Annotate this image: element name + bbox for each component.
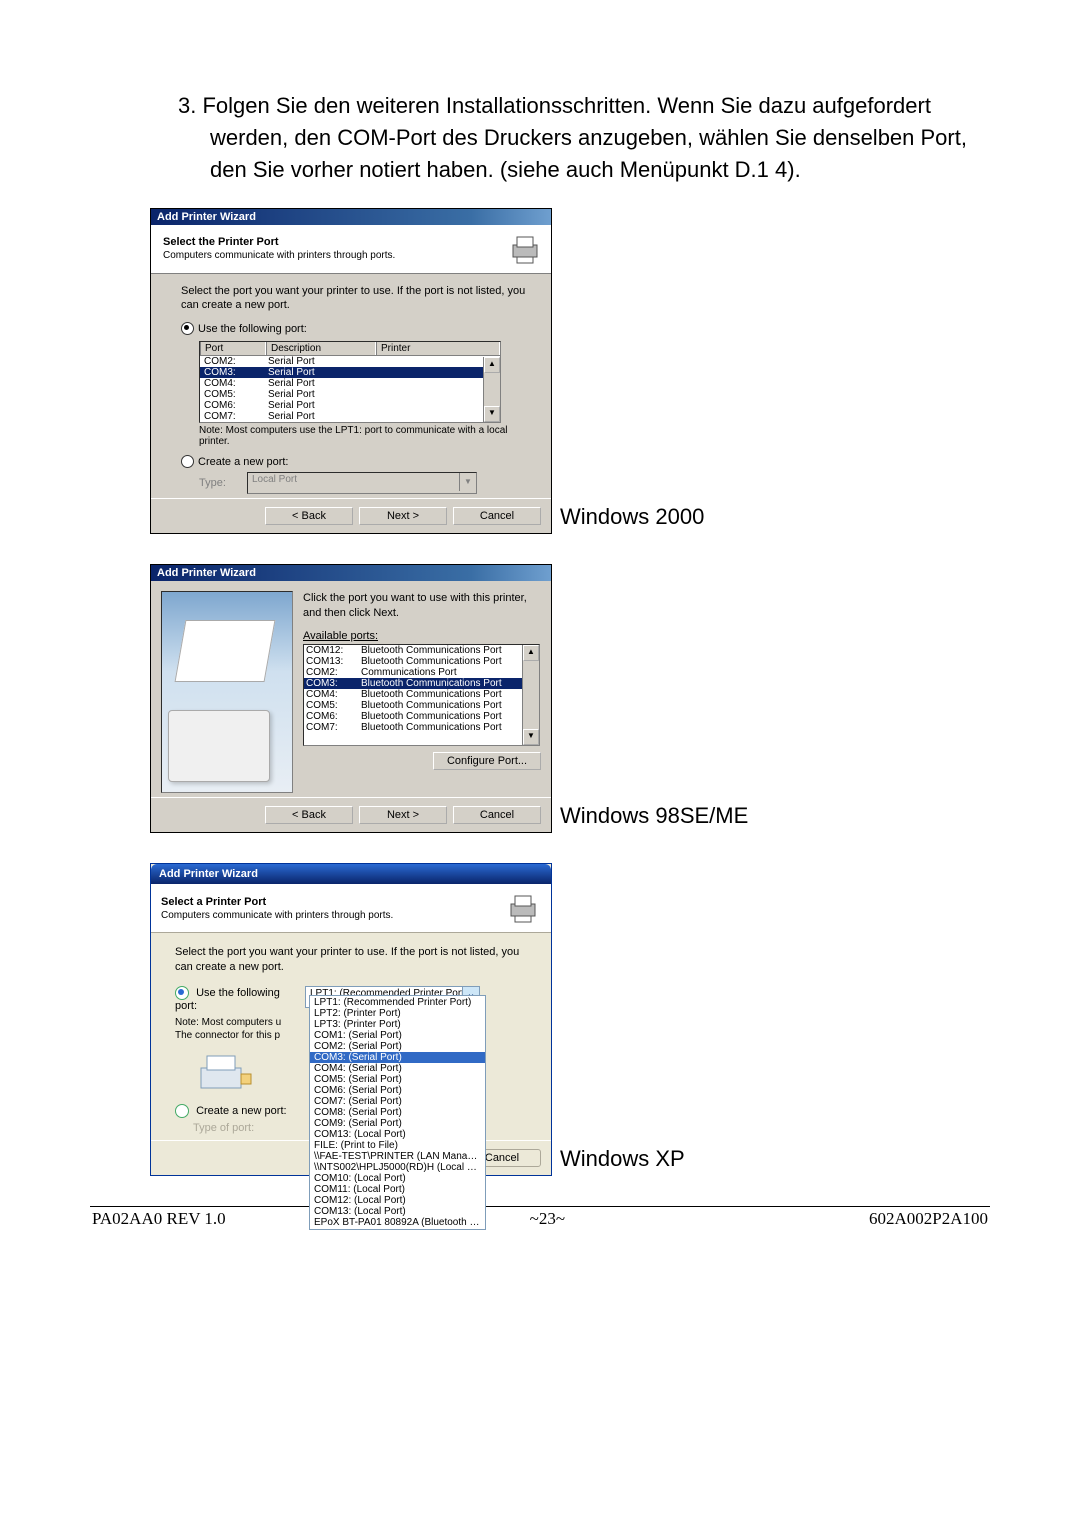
dropdown-option[interactable]: COM3: (Serial Port): [310, 1052, 485, 1063]
dropdown-option[interactable]: COM4: (Serial Port): [310, 1063, 485, 1074]
table-row[interactable]: COM4:Serial Port: [200, 378, 500, 389]
list-item[interactable]: COM2:Communications Port: [304, 667, 539, 678]
wizard-dialog-win2000: Add Printer Wizard Select the Printer Po…: [150, 208, 552, 535]
dialog-subheading: Computers communicate with printers thro…: [163, 250, 395, 261]
dropdown-arrow-icon: ▼: [459, 473, 476, 491]
list-item[interactable]: COM13:Bluetooth Communications Port: [304, 656, 539, 667]
dropdown-option[interactable]: \\FAE-TEST\PRINTER (LAN Manager Printer …: [310, 1151, 485, 1162]
table-row[interactable]: COM5:Serial Port: [200, 389, 500, 400]
wizard-dialog-win98: Add Printer Wizard Click the port you wa…: [150, 564, 552, 833]
cancel-button[interactable]: Cancel: [453, 507, 541, 525]
configure-port-button[interactable]: Configure Port...: [433, 752, 541, 770]
radio-icon: [181, 322, 194, 335]
type-label: Type:: [199, 477, 239, 489]
scrollbar[interactable]: ▲ ▼: [483, 357, 500, 422]
note-line1: Note: Most computers u: [175, 1017, 281, 1028]
radio-create-port: Create a new port:: [196, 1105, 287, 1117]
cancel-button[interactable]: Cancel: [453, 806, 541, 824]
scroll-up-icon[interactable]: ▲: [484, 357, 500, 373]
dropdown-option[interactable]: LPT3: (Printer Port): [310, 1019, 485, 1030]
dropdown-option[interactable]: COM7: (Serial Port): [310, 1096, 485, 1107]
footer-right: 602A002P2A100: [869, 1209, 988, 1229]
available-ports-label: Available ports:: [303, 630, 541, 642]
wizard-prompt: Select the port you want your printer to…: [181, 284, 531, 313]
dropdown-option[interactable]: COM8: (Serial Port): [310, 1107, 485, 1118]
instruction-paragraph: 3. Folgen Sie den weiteren Installations…: [178, 90, 990, 186]
dropdown-option[interactable]: COM1: (Serial Port): [310, 1030, 485, 1041]
radio-icon: [181, 455, 194, 468]
footer-center: ~23~: [530, 1209, 565, 1229]
wizard-dialog-winxp: Add Printer Wizard Select a Printer Port…: [150, 863, 552, 1176]
radio-label: Use the following port:: [198, 323, 307, 335]
dropdown-option[interactable]: COM10: (Local Port): [310, 1173, 485, 1184]
dropdown-option[interactable]: COM2: (Serial Port): [310, 1041, 485, 1052]
scroll-down-icon[interactable]: ▼: [484, 406, 500, 422]
radio-use-port: Use the following port:: [175, 987, 280, 1012]
back-button[interactable]: < Back: [265, 507, 353, 525]
os-label-win2000: Windows 2000: [560, 504, 704, 534]
port-table-header: Port Description Printer: [200, 342, 500, 356]
dropdown-option[interactable]: LPT1: (Recommended Printer Port): [310, 997, 485, 1008]
list-item[interactable]: COM5:Bluetooth Communications Port: [304, 700, 539, 711]
type-label: Type of port:: [193, 1122, 254, 1134]
list-item[interactable]: COM7:Bluetooth Communications Port: [304, 722, 539, 733]
list-item[interactable]: COM12:Bluetooth Communications Port: [304, 645, 539, 656]
port-listbox[interactable]: COM12:Bluetooth Communications PortCOM13…: [303, 644, 540, 746]
port-dropdown-list[interactable]: LPT1: (Recommended Printer Port)LPT2: (P…: [309, 995, 486, 1230]
titlebar: Add Printer Wizard: [151, 209, 551, 225]
dialog-heading: Select the Printer Port: [163, 236, 395, 248]
list-item[interactable]: COM6:Bluetooth Communications Port: [304, 711, 539, 722]
dropdown-option[interactable]: \\NTS002\HPLJ5000(RD)H (Local Port): [310, 1162, 485, 1173]
next-button[interactable]: Next >: [359, 806, 447, 824]
dropdown-option[interactable]: COM13: (Local Port): [310, 1206, 485, 1217]
printer-icon: [507, 231, 543, 267]
list-item[interactable]: COM4:Bluetooth Communications Port: [304, 689, 539, 700]
dropdown-option[interactable]: FILE: (Print to File): [310, 1140, 485, 1151]
table-row[interactable]: COM2:Serial Port: [200, 356, 500, 367]
port-table[interactable]: Port Description Printer COM2:Serial Por…: [199, 341, 501, 423]
port-note: Note: Most computers use the LPT1: port …: [199, 425, 531, 447]
radio-icon[interactable]: [175, 1104, 189, 1118]
titlebar: Add Printer Wizard: [151, 864, 551, 884]
dialog-subheading: Computers communicate with printers thro…: [161, 910, 393, 921]
dropdown-option[interactable]: LPT2: (Printer Port): [310, 1008, 485, 1019]
scroll-up-icon[interactable]: ▲: [523, 645, 539, 661]
dropdown-option[interactable]: COM13: (Local Port): [310, 1129, 485, 1140]
table-row[interactable]: COM3:Serial Port: [200, 367, 500, 378]
os-label-win98: Windows 98SE/ME: [560, 803, 748, 833]
radio-icon[interactable]: [175, 986, 189, 1000]
note-line2: The connector for this p: [175, 1030, 280, 1041]
table-row[interactable]: COM6:Serial Port: [200, 400, 500, 411]
wizard-prompt: Click the port you want to use with this…: [303, 591, 541, 620]
dropdown-option[interactable]: COM11: (Local Port): [310, 1184, 485, 1195]
table-row[interactable]: COM7:Serial Port: [200, 411, 500, 422]
dropdown-option[interactable]: COM6: (Serial Port): [310, 1085, 485, 1096]
printer-connector-image: [195, 1048, 255, 1098]
titlebar: Add Printer Wizard: [151, 565, 551, 581]
wizard-prompt: Select the port you want your printer to…: [175, 945, 537, 974]
list-item[interactable]: COM3:Bluetooth Communications Port: [304, 678, 539, 689]
back-button[interactable]: < Back: [265, 806, 353, 824]
dropdown-option[interactable]: COM5: (Serial Port): [310, 1074, 485, 1085]
radio-create-port[interactable]: Create a new port:: [181, 455, 531, 468]
wizard-side-graphic: [161, 591, 293, 793]
radio-use-port[interactable]: Use the following port:: [181, 322, 531, 335]
dropdown-option[interactable]: COM12: (Local Port): [310, 1195, 485, 1206]
os-label-winxp: Windows XP: [560, 1146, 685, 1176]
scroll-down-icon[interactable]: ▼: [523, 729, 539, 745]
printer-icon: [505, 890, 541, 926]
radio-label: Create a new port:: [198, 456, 289, 468]
dropdown-option[interactable]: COM9: (Serial Port): [310, 1118, 485, 1129]
dropdown-option[interactable]: EPoX BT-PA01 80892A (Bluetooth Port): [310, 1217, 485, 1228]
dialog-heading: Select a Printer Port: [161, 896, 393, 908]
next-button[interactable]: Next >: [359, 507, 447, 525]
scrollbar[interactable]: ▲ ▼: [522, 645, 539, 745]
port-type-combo: Local Port ▼: [247, 472, 477, 494]
footer-left: PA02AA0 REV 1.0: [92, 1209, 226, 1229]
